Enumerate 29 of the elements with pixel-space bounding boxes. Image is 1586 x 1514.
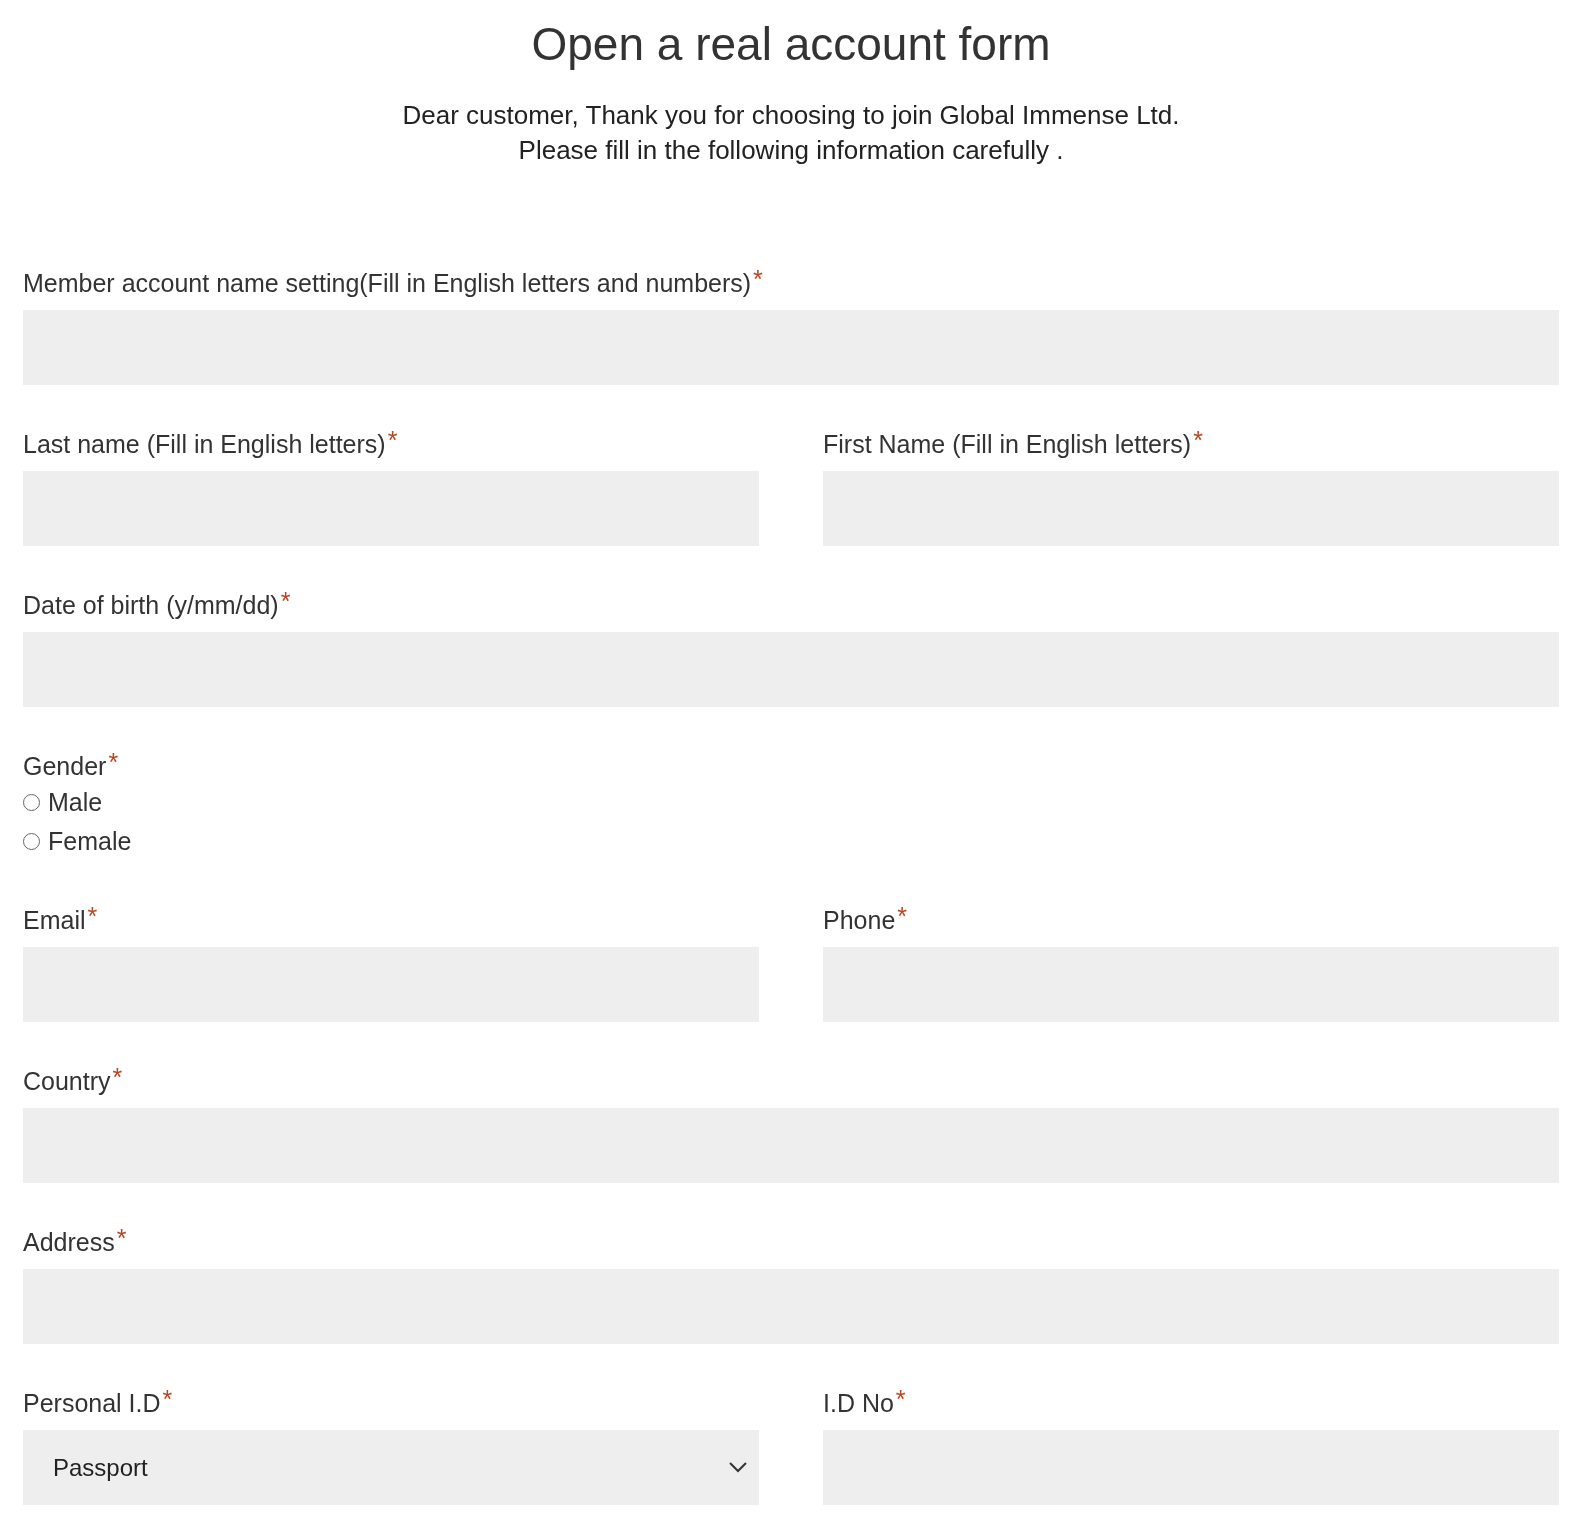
required-asterisk: * [162,1388,173,1410]
required-asterisk: * [753,268,763,290]
radio-label[interactable]: Female [48,827,132,856]
intro-text: Dear customer, Thank you for choosing to join Global Immense Ltd. [402,99,1180,132]
chevron-down-icon [729,1462,747,1473]
field-label: Gender [23,751,107,781]
field-label: Last name (Fill in English letters) [23,429,386,459]
field-label: Member account name setting(Fill in English letters and numbers) [23,268,752,298]
field-label: Personal I.D [23,1388,161,1418]
field-label: Date of birth (y/mm/dd) [23,590,279,620]
field-label: Country [23,1066,111,1096]
field-label: I.D No [823,1388,894,1418]
required-asterisk: * [897,905,908,927]
required-asterisk: * [87,905,98,927]
required-asterisk: * [112,1066,123,1088]
required-asterisk: * [895,1388,906,1410]
field-label: Email [23,905,86,935]
field-label: Phone [823,905,896,935]
required-asterisk: * [116,1227,127,1249]
required-asterisk: * [108,751,119,773]
field-label: First Name (Fill in English letters) [823,429,1192,459]
radio-label[interactable]: Male [48,788,103,817]
required-asterisk: * [280,590,291,612]
field-label: Address [23,1227,115,1257]
form-title: Open a real account form [530,17,1052,72]
required-asterisk: * [387,429,398,451]
intro-text: Please fill in the following information carefully . [518,134,1064,167]
select-field[interactable]: Passport [23,1430,759,1505]
required-asterisk: * [1193,429,1203,451]
